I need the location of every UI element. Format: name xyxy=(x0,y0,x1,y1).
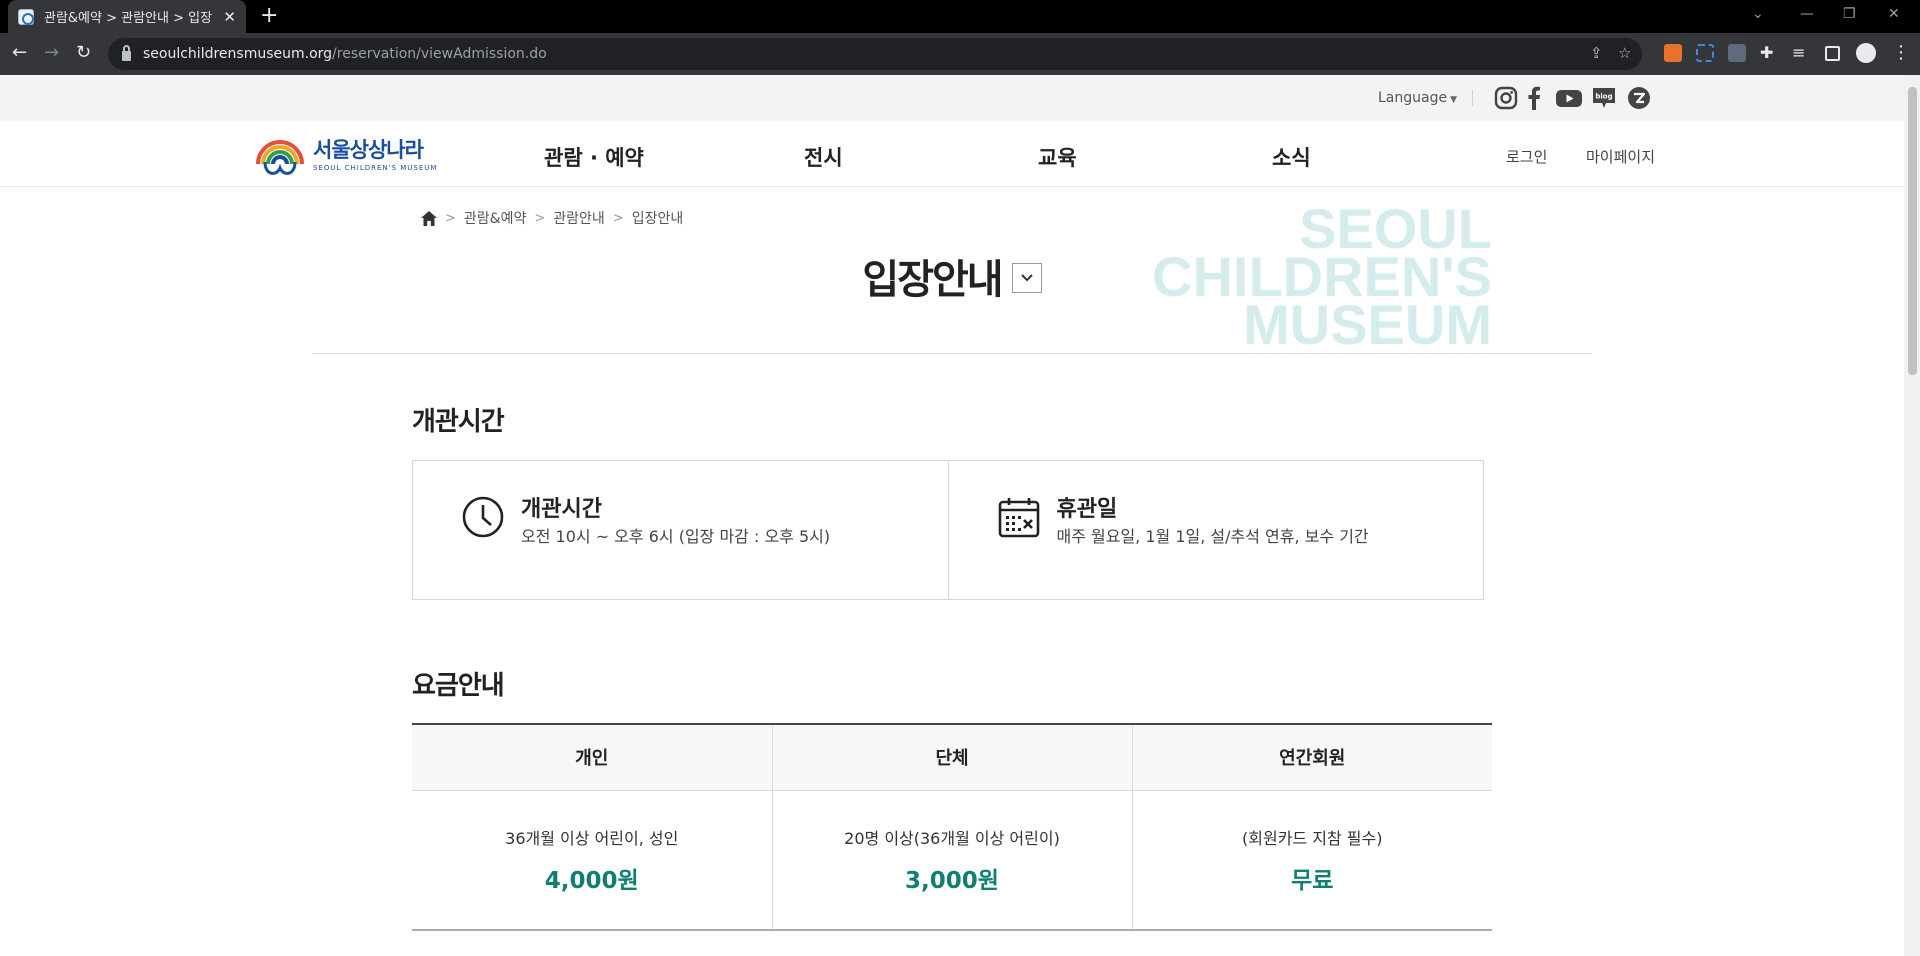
hours-label: 개관시간 xyxy=(521,497,602,522)
new-tab-button[interactable]: + xyxy=(260,4,278,28)
rainbow-logo-icon xyxy=(256,140,304,175)
browser-tab[interactable]: 관람&예약 > 관람안내 > 입장안 ✕ xyxy=(8,0,246,33)
title-divider xyxy=(312,353,1592,354)
close-window-icon[interactable]: ✕ xyxy=(1888,6,1900,22)
hours-desc: 매주 월요일, 1월 1일, 설/추석 연휴, 보수 기간 xyxy=(1056,527,1369,546)
scrollbar-thumb[interactable] xyxy=(1908,87,1917,375)
page-dropdown-button[interactable] xyxy=(1011,263,1042,293)
language-selector[interactable]: Language ▼ xyxy=(1378,90,1457,106)
profile-avatar[interactable] xyxy=(1856,43,1876,63)
breadcrumb: > 관람&예약 > 관람안내 > 입장안내 xyxy=(421,208,683,228)
extension-new-icon[interactable] xyxy=(1728,44,1746,62)
clock-icon xyxy=(462,496,504,538)
fee-price: 무료 xyxy=(1291,867,1334,894)
utility-bar: Language ▼ blog xyxy=(0,75,1904,121)
chevron-down-icon xyxy=(1020,274,1033,282)
hours-info-box: 개관시간 오전 10시 ~ 오후 6시 (입장 마감 : 오후 5시) 휴관일 … xyxy=(412,460,1484,600)
fee-cell-group: 20명 이상(36개월 이상 어린이) 3,000원 xyxy=(771,790,1132,931)
hours-desc: 오전 10시 ~ 오후 6시 (입장 마감 : 오후 5시) xyxy=(521,527,831,546)
global-navigation: 서울상상나라 SEOUL CHILDREN'S MUSEUM 관람 · 예약 전… xyxy=(0,121,1904,187)
reload-icon[interactable]: ↻ xyxy=(76,41,91,65)
fee-desc: 36개월 이상 어린이, 성인 xyxy=(505,828,679,848)
restore-icon[interactable]: ❐ xyxy=(1843,6,1856,22)
site-logo[interactable]: 서울상상나라 SEOUL CHILDREN'S MUSEUM xyxy=(255,132,437,178)
menu-education[interactable]: 교육 xyxy=(1038,142,1077,172)
extension-capture-icon[interactable] xyxy=(1696,44,1714,62)
login-link[interactable]: 로그인 xyxy=(1506,146,1547,167)
tab-title: 관람&예약 > 관람안내 > 입장안 xyxy=(44,11,214,26)
extensions-puzzle-icon[interactable]: ✚ xyxy=(1760,41,1773,65)
chevron-right-icon: > xyxy=(612,210,624,226)
favicon-icon xyxy=(18,8,34,25)
breadcrumb-item[interactable]: 관람안내 xyxy=(553,208,605,228)
mypage-link[interactable]: 마이페이지 xyxy=(1586,146,1655,167)
page-title-wrap: 입장안내 xyxy=(0,247,1904,305)
reading-list-icon[interactable]: ≡ xyxy=(1792,41,1805,65)
section-title-fees: 요금안내 xyxy=(412,671,505,701)
tab-search-icon[interactable]: ⌄ xyxy=(1752,6,1764,22)
fee-desc: (회원카드 지참 필수) xyxy=(1242,828,1383,848)
chevron-right-icon: > xyxy=(534,210,546,226)
browser-toolbar: ← → ↻ seoulchildrensmuseum.org /reservat… xyxy=(0,33,1920,75)
hours-cell-closed: 휴관일 매주 월요일, 1월 1일, 설/추석 연휴, 보수 기간 xyxy=(947,461,1484,599)
bookmark-star-icon[interactable]: ☆ xyxy=(1618,44,1631,62)
extension-ex-icon[interactable] xyxy=(1664,44,1682,62)
url-path: /reservation/viewAdmission.do xyxy=(332,46,547,62)
page-scrollbar[interactable] xyxy=(1904,75,1920,956)
menu-visit-reservation[interactable]: 관람 · 예약 xyxy=(544,142,644,172)
logo-korean: 서울상상나라 xyxy=(313,138,424,162)
hours-cell-open: 개관시간 오전 10시 ~ 오후 6시 (입장 마감 : 오후 5시) xyxy=(413,461,948,599)
facebook-icon[interactable] xyxy=(1527,86,1541,110)
chevron-right-icon: > xyxy=(445,210,456,226)
divider xyxy=(1472,90,1473,106)
logo-text: 서울상상나라 SEOUL CHILDREN'S MUSEUM xyxy=(313,138,437,172)
lock-icon[interactable] xyxy=(122,45,131,61)
page-title: 입장안내 xyxy=(862,257,1003,303)
url-host: seoulchildrensmuseum.org xyxy=(143,46,333,62)
fee-price: 3,000원 xyxy=(905,867,999,894)
language-label: Language xyxy=(1378,90,1448,106)
svg-text:blog: blog xyxy=(1595,93,1612,101)
zum-icon[interactable] xyxy=(1627,86,1651,110)
calendar-icon xyxy=(998,498,1039,538)
blog-icon[interactable]: blog xyxy=(1591,86,1617,110)
share-icon[interactable]: ⇪ xyxy=(1590,44,1603,62)
page-content: Language ▼ blog 서울상상나라 SEOUL CHILDREN'S … xyxy=(0,75,1904,956)
table-header-row: 개인 단체 연간회원 xyxy=(412,724,1492,791)
fee-cell-annual: (회원카드 지참 필수) 무료 xyxy=(1131,790,1492,931)
fee-price: 4,000원 xyxy=(544,867,639,894)
caret-down-icon: ▼ xyxy=(1450,95,1458,105)
hours-label: 휴관일 xyxy=(1056,497,1118,522)
forward-icon[interactable]: → xyxy=(44,41,59,65)
column-header: 단체 xyxy=(771,724,1132,791)
fee-cell-individual: 36개월 이상 어린이, 성인 4,000원 xyxy=(412,790,772,931)
back-icon[interactable]: ← xyxy=(12,41,27,65)
column-header: 개인 xyxy=(412,724,772,791)
browser-tabstrip: 관람&예약 > 관람안내 > 입장안 ✕ + ⌄ — ❐ ✕ xyxy=(0,0,1920,33)
youtube-icon[interactable] xyxy=(1556,86,1582,110)
table-row: 36개월 이상 어린이, 성인 4,000원 20명 이상(36개월 이상 어린… xyxy=(412,790,1492,931)
breadcrumb-current: 입장안내 xyxy=(631,211,684,227)
side-panel-icon[interactable] xyxy=(1825,46,1840,61)
tab-close-icon[interactable]: ✕ xyxy=(223,8,236,26)
logo-english: SEOUL CHILDREN'S MUSEUM xyxy=(313,164,438,172)
column-header: 연간회원 xyxy=(1131,724,1492,791)
address-bar[interactable]: seoulchildrensmuseum.org /reservation/vi… xyxy=(108,38,1642,70)
menu-kebab-icon[interactable]: ⋮ xyxy=(1892,41,1910,65)
fee-desc: 20명 이상(36개월 이상 어린이) xyxy=(844,828,1060,848)
menu-exhibition[interactable]: 전시 xyxy=(804,142,843,172)
fee-table: 개인 단체 연간회원 36개월 이상 어린이, 성인 4,000원 20명 이상… xyxy=(412,723,1492,931)
instagram-icon[interactable] xyxy=(1494,86,1518,110)
breadcrumb-item[interactable]: 관람&예약 xyxy=(464,208,526,228)
watermark-line: MUSEUM xyxy=(1243,293,1492,356)
home-icon[interactable] xyxy=(421,210,437,226)
menu-news[interactable]: 소식 xyxy=(1272,142,1311,172)
minimize-icon[interactable]: — xyxy=(1800,6,1814,22)
section-title-hours: 개관시간 xyxy=(412,407,505,437)
